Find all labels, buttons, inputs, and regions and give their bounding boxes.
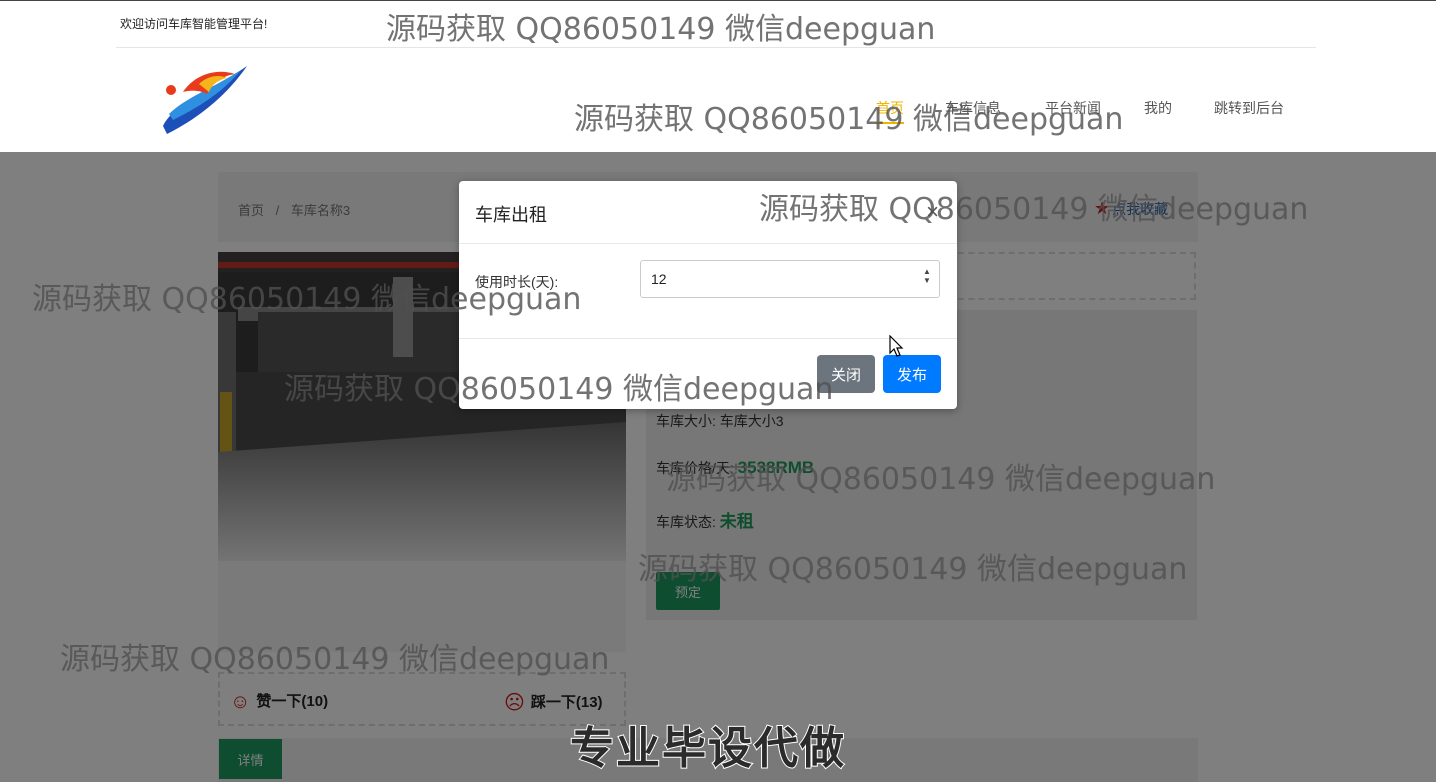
close-button[interactable]: 关闭 [817, 355, 875, 393]
duration-input[interactable] [640, 260, 940, 298]
nav-news[interactable]: 平台新闻 [1045, 98, 1101, 122]
rent-modal: 车库出租 × 使用时长(天): ▲ ▼ 关闭 发布 [459, 181, 957, 409]
close-icon[interactable]: × [926, 199, 939, 225]
nav-mine[interactable]: 我的 [1144, 98, 1172, 122]
watermark: 源码获取 QQ86050149 微信deepguan [574, 102, 1124, 137]
modal-header-divider [459, 243, 957, 244]
number-stepper[interactable]: ▲ ▼ [923, 267, 931, 285]
top-border [0, 0, 1436, 1]
nav-garage-info[interactable]: 车库信息 [945, 98, 1001, 122]
modal-title: 车库出租 [475, 205, 547, 225]
welcome-text: 欢迎访问车库智能管理平台! [120, 17, 268, 31]
stepper-down-icon[interactable]: ▼ [923, 276, 931, 285]
modal-footer-divider [459, 338, 957, 339]
publish-button[interactable]: 发布 [883, 355, 941, 393]
duration-label: 使用时长(天): [475, 274, 559, 290]
stepper-up-icon[interactable]: ▲ [923, 267, 931, 276]
promo-banner: 专业毕设代做 [569, 723, 846, 774]
nav-admin[interactable]: 跳转到后台 [1214, 98, 1284, 122]
site-logo[interactable] [155, 62, 251, 140]
mouse-cursor-icon [889, 335, 904, 357]
nav-home[interactable]: 首页 [876, 98, 904, 124]
header-divider [116, 47, 1316, 48]
watermark: 源码获取 QQ86050149 微信deepguan [386, 12, 936, 47]
